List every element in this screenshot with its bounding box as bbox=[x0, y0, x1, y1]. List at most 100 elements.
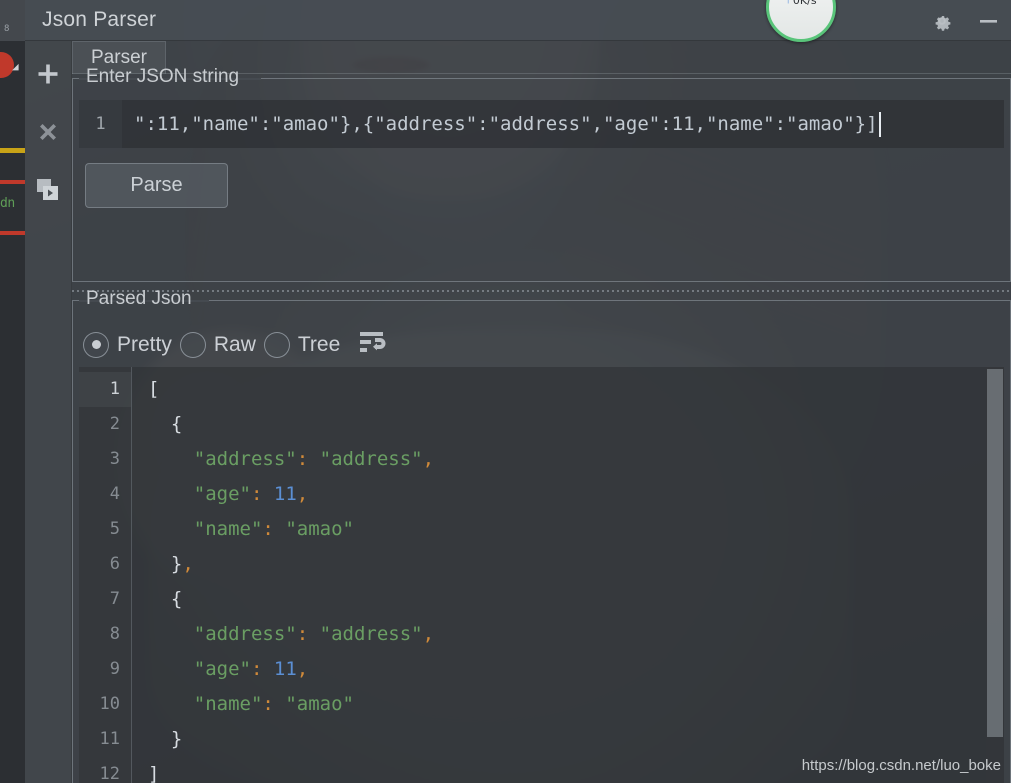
token-punc: : bbox=[262, 693, 274, 715]
duplicate-tab-button[interactable] bbox=[33, 177, 63, 207]
output-line-number: 9 bbox=[109, 659, 120, 679]
json-input-value: ":11,"name":"amao"},{"address":"address"… bbox=[134, 113, 878, 135]
background-app-red-bar-top bbox=[0, 180, 25, 184]
output-code-line: "age": 11, bbox=[148, 477, 1004, 512]
word-wrap-icon bbox=[358, 329, 386, 360]
radio-selected-dot bbox=[91, 340, 101, 349]
radio-raw-circle bbox=[179, 331, 206, 358]
token-punc: , bbox=[182, 553, 194, 575]
add-tab-button[interactable] bbox=[33, 61, 63, 91]
output-code-line: } bbox=[148, 722, 1004, 757]
token-punc: , bbox=[422, 623, 435, 645]
parse-button[interactable]: Parse bbox=[85, 163, 228, 208]
gear-icon bbox=[930, 9, 954, 33]
output-code[interactable]: [ { "address": "address", "age": 11, "na… bbox=[132, 367, 1004, 783]
radio-raw-label: Raw bbox=[213, 332, 256, 356]
main-content: Parser Enter JSON string 1 ":11,"name":"… bbox=[72, 41, 1011, 783]
output-line-number: 6 bbox=[109, 554, 120, 574]
title-bar[interactable]: Json Parser bbox=[25, 0, 1011, 41]
radio-tree-label: Tree bbox=[297, 332, 341, 356]
output-code-line: "name": "amao" bbox=[148, 512, 1004, 547]
token-punc: : bbox=[262, 518, 274, 540]
output-line-number: 1 bbox=[79, 372, 131, 407]
token-punc: , bbox=[296, 658, 309, 680]
app-root: 8 ◢ dn Json Parser Parser Enter JSON str… bbox=[0, 0, 1011, 783]
search-input[interactable]: ":11,"name":"amao"},{"address":"address"… bbox=[122, 100, 1004, 148]
output-line-number: 2 bbox=[109, 414, 120, 434]
token-punc: : bbox=[296, 448, 309, 470]
output-code-line: { bbox=[148, 407, 1004, 442]
output-scrollbar[interactable] bbox=[986, 367, 1004, 783]
output-line-number: 4 bbox=[109, 484, 120, 504]
output-code-line: "name": "amao" bbox=[148, 687, 1004, 722]
left-tool-strip bbox=[25, 41, 72, 783]
token-str: "address" bbox=[319, 448, 423, 470]
background-app-line-number: 8 bbox=[4, 24, 10, 34]
token-key: "name" bbox=[193, 518, 263, 540]
radio-raw[interactable]: Raw bbox=[179, 331, 256, 358]
word-wrap-toggle[interactable] bbox=[358, 329, 386, 360]
upload-arrow-icon: ↑ bbox=[785, 0, 791, 6]
output-line-number: 11 bbox=[99, 729, 120, 749]
output-line-number: 10 bbox=[99, 694, 120, 714]
background-application-strip[interactable]: 8 ◢ dn bbox=[0, 0, 25, 783]
network-speed-value: 0K/s bbox=[792, 0, 817, 7]
panel-splitter[interactable] bbox=[72, 285, 1011, 297]
radio-pretty[interactable]: Pretty bbox=[83, 331, 172, 358]
page-title: Json Parser bbox=[42, 8, 157, 31]
json-input-editor[interactable]: 1 ":11,"name":"amao"},{"address":"addres… bbox=[79, 100, 1004, 148]
output-line-number: 5 bbox=[109, 519, 120, 539]
input-panel-legend: Enter JSON string bbox=[86, 66, 240, 87]
input-line-number: 1 bbox=[79, 100, 122, 148]
json-parser-window: Json Parser Parser Enter JSON string 1 "… bbox=[25, 0, 1011, 783]
token-key: "address" bbox=[193, 623, 297, 645]
parsed-json-viewer[interactable]: 1 2 3 4 5 6 7 8 9 10 11 12 [ { "address": "address"… bbox=[79, 367, 1004, 783]
background-app-glyph-icon: ◢ bbox=[12, 60, 19, 73]
output-code-line: [ bbox=[148, 372, 1004, 407]
background-app-titlebar bbox=[0, 0, 25, 41]
radio-pretty-circle bbox=[83, 331, 109, 358]
token-punc: : bbox=[250, 483, 263, 505]
background-app-code-text: dn bbox=[0, 196, 15, 211]
close-tab-button[interactable] bbox=[33, 119, 63, 149]
token-key: "name" bbox=[193, 693, 263, 715]
window-body: Parser Enter JSON string 1 ":11,"name":"… bbox=[25, 41, 1011, 783]
output-panel-legend: Parsed Json bbox=[86, 288, 192, 309]
radio-tree[interactable]: Tree bbox=[263, 331, 341, 358]
background-app-red-bar-bottom bbox=[0, 231, 25, 235]
radio-tree-circle bbox=[263, 331, 290, 358]
token-str: "address" bbox=[319, 623, 423, 645]
network-speed-content: ↑ 0K/s bbox=[785, 0, 816, 39]
minimize-icon bbox=[976, 9, 1000, 33]
token-punc: , bbox=[296, 483, 309, 505]
output-scrollbar-thumb[interactable] bbox=[987, 369, 1003, 737]
minimize-button[interactable] bbox=[965, 0, 1011, 41]
token-brace: } bbox=[170, 553, 183, 575]
output-line-number: 3 bbox=[109, 449, 120, 469]
output-code-line: "age": 11, bbox=[148, 652, 1004, 687]
output-code-line: "address": "address", bbox=[148, 617, 1004, 652]
token-brace: ] bbox=[148, 763, 160, 783]
token-punc: : bbox=[250, 658, 263, 680]
text-caret bbox=[878, 111, 881, 137]
output-gutter: 1 2 3 4 5 6 7 8 9 10 11 12 bbox=[79, 367, 132, 783]
watermark: https://blog.csdn.net/luo_boke bbox=[801, 757, 1001, 774]
output-code-line: { bbox=[148, 582, 1004, 617]
token-punc: : bbox=[296, 623, 309, 645]
token-brace: [ bbox=[148, 378, 160, 400]
token-key: "address" bbox=[193, 448, 297, 470]
token-key: "age" bbox=[193, 658, 251, 680]
token-brace: } bbox=[170, 728, 183, 750]
token-str: "amao" bbox=[285, 693, 354, 715]
token-str: "amao" bbox=[285, 518, 354, 540]
settings-button[interactable] bbox=[919, 0, 965, 41]
token-brace: { bbox=[170, 413, 183, 435]
background-app-yellow-bar bbox=[0, 148, 25, 153]
copy-icon bbox=[34, 176, 62, 209]
output-line-number: 12 bbox=[99, 764, 120, 783]
token-brace: { bbox=[170, 588, 183, 610]
